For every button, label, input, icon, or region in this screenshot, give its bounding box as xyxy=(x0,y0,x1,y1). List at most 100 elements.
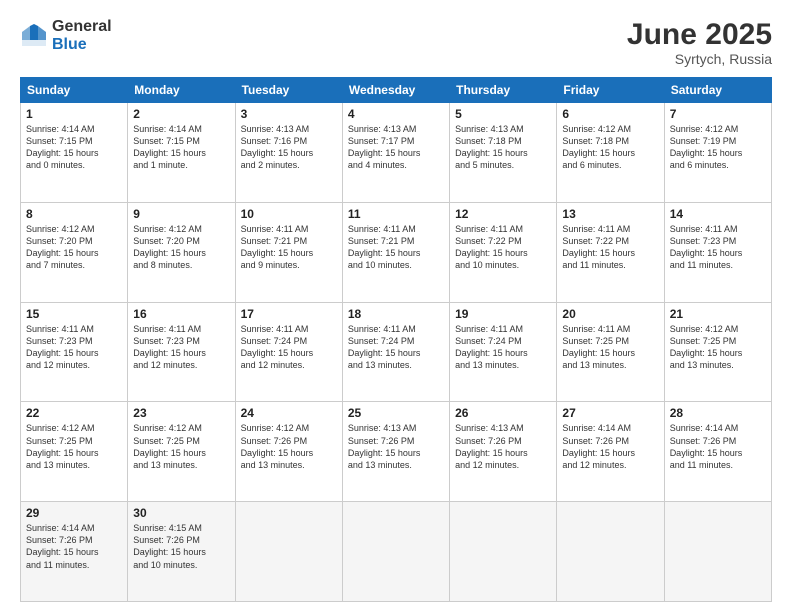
day-number: 14 xyxy=(670,207,766,221)
day-info: Sunrise: 4:12 AM Sunset: 7:20 PM Dayligh… xyxy=(133,223,229,272)
day-number: 22 xyxy=(26,406,122,420)
calendar-cell: 27 Sunrise: 4:14 AM Sunset: 7:26 PM Dayli… xyxy=(557,402,664,502)
calendar-cell: 10Sunrise: 4:11 AM Sunset: 7:21 PM Dayli… xyxy=(235,202,342,302)
day-number: 29 xyxy=(26,506,122,520)
calendar-cell: 3 Sunrise: 4:13 AM Sunset: 7:16 PM Daylig… xyxy=(235,103,342,203)
day-number: 7 xyxy=(670,107,766,121)
day-info: Sunrise: 4:12 AM Sunset: 7:25 PM Dayligh… xyxy=(670,323,766,372)
calendar-cell: 4 Sunrise: 4:13 AM Sunset: 7:17 PM Daylig… xyxy=(342,103,449,203)
day-info: Sunrise: 4:12 AM Sunset: 7:20 PM Dayligh… xyxy=(26,223,122,272)
calendar-cell: 13Sunrise: 4:11 AM Sunset: 7:22 PM Dayli… xyxy=(557,202,664,302)
calendar-cell xyxy=(450,502,557,602)
col-monday: Monday xyxy=(128,78,235,103)
calendar-cell: 20 Sunrise: 4:11 AM Sunset: 7:25 PM Dayli… xyxy=(557,302,664,402)
calendar-cell: 9 Sunrise: 4:12 AM Sunset: 7:20 PM Daylig… xyxy=(128,202,235,302)
day-info: Sunrise: 4:15 AM Sunset: 7:26 PM Dayligh… xyxy=(133,522,229,571)
day-number: 25 xyxy=(348,406,444,420)
day-info: Sunrise: 4:12 AM Sunset: 7:18 PM Dayligh… xyxy=(562,123,658,172)
calendar-cell: 25 Sunrise: 4:13 AM Sunset: 7:26 PM Dayli… xyxy=(342,402,449,502)
calendar-week-row-2: 15Sunrise: 4:11 AM Sunset: 7:23 PM Dayli… xyxy=(21,302,772,402)
calendar-cell: 1 Sunrise: 4:14 AM Sunset: 7:15 PM Daylig… xyxy=(21,103,128,203)
calendar-cell: 16Sunrise: 4:11 AM Sunset: 7:23 PM Dayli… xyxy=(128,302,235,402)
calendar-table: Sunday Monday Tuesday Wednesday Thursday… xyxy=(20,77,772,602)
day-number: 20 xyxy=(562,307,658,321)
day-info: Sunrise: 4:11 AM Sunset: 7:24 PM Dayligh… xyxy=(348,323,444,372)
day-info: Sunrise: 4:14 AM Sunset: 7:26 PM Dayligh… xyxy=(562,422,658,471)
day-info: Sunrise: 4:14 AM Sunset: 7:15 PM Dayligh… xyxy=(133,123,229,172)
calendar-header-row: Sunday Monday Tuesday Wednesday Thursday… xyxy=(21,78,772,103)
col-friday: Friday xyxy=(557,78,664,103)
month-title: June 2025 xyxy=(627,18,772,51)
logo-general-text: General xyxy=(52,18,112,36)
day-number: 11 xyxy=(348,207,444,221)
calendar-cell: 2 Sunrise: 4:14 AM Sunset: 7:15 PM Daylig… xyxy=(128,103,235,203)
calendar-cell: 11 Sunrise: 4:11 AM Sunset: 7:21 PM Dayli… xyxy=(342,202,449,302)
day-number: 1 xyxy=(26,107,122,121)
logo-text: General Blue xyxy=(52,18,112,53)
calendar-cell: 5 Sunrise: 4:13 AM Sunset: 7:18 PM Daylig… xyxy=(450,103,557,203)
calendar-cell: 26Sunrise: 4:13 AM Sunset: 7:26 PM Dayli… xyxy=(450,402,557,502)
day-number: 9 xyxy=(133,207,229,221)
calendar-cell: 7 Sunrise: 4:12 AM Sunset: 7:19 PM Daylig… xyxy=(664,103,771,203)
title-block: June 2025 Syrtych, Russia xyxy=(627,18,772,67)
day-info: Sunrise: 4:12 AM Sunset: 7:25 PM Dayligh… xyxy=(26,422,122,471)
logo: General Blue xyxy=(20,18,112,53)
calendar-cell: 19 Sunrise: 4:11 AM Sunset: 7:24 PM Dayli… xyxy=(450,302,557,402)
calendar-cell: 23 Sunrise: 4:12 AM Sunset: 7:25 PM Dayli… xyxy=(128,402,235,502)
day-number: 30 xyxy=(133,506,229,520)
col-saturday: Saturday xyxy=(664,78,771,103)
day-info: Sunrise: 4:13 AM Sunset: 7:26 PM Dayligh… xyxy=(348,422,444,471)
logo-icon xyxy=(20,22,48,50)
calendar-cell: 22 Sunrise: 4:12 AM Sunset: 7:25 PM Dayli… xyxy=(21,402,128,502)
day-number: 5 xyxy=(455,107,551,121)
day-info: Sunrise: 4:11 AM Sunset: 7:25 PM Dayligh… xyxy=(562,323,658,372)
day-number: 4 xyxy=(348,107,444,121)
day-number: 28 xyxy=(670,406,766,420)
day-info: Sunrise: 4:12 AM Sunset: 7:19 PM Dayligh… xyxy=(670,123,766,172)
calendar-cell: 12 Sunrise: 4:11 AM Sunset: 7:22 PM Dayli… xyxy=(450,202,557,302)
calendar-cell xyxy=(235,502,342,602)
calendar-cell: 29 Sunrise: 4:14 AM Sunset: 7:26 PM Dayli… xyxy=(21,502,128,602)
calendar-cell: 15Sunrise: 4:11 AM Sunset: 7:23 PM Dayli… xyxy=(21,302,128,402)
calendar-week-row-4: 29 Sunrise: 4:14 AM Sunset: 7:26 PM Dayli… xyxy=(21,502,772,602)
day-number: 19 xyxy=(455,307,551,321)
day-number: 2 xyxy=(133,107,229,121)
calendar-cell: 18 Sunrise: 4:11 AM Sunset: 7:24 PM Dayli… xyxy=(342,302,449,402)
calendar-cell: 8 Sunrise: 4:12 AM Sunset: 7:20 PM Daylig… xyxy=(21,202,128,302)
col-thursday: Thursday xyxy=(450,78,557,103)
day-number: 13 xyxy=(562,207,658,221)
day-info: Sunrise: 4:11 AM Sunset: 7:24 PM Dayligh… xyxy=(241,323,337,372)
calendar-cell: 6 Sunrise: 4:12 AM Sunset: 7:18 PM Daylig… xyxy=(557,103,664,203)
col-wednesday: Wednesday xyxy=(342,78,449,103)
col-tuesday: Tuesday xyxy=(235,78,342,103)
day-info: Sunrise: 4:11 AM Sunset: 7:21 PM Dayligh… xyxy=(348,223,444,272)
day-info: Sunrise: 4:13 AM Sunset: 7:16 PM Dayligh… xyxy=(241,123,337,172)
calendar-week-row-0: 1 Sunrise: 4:14 AM Sunset: 7:15 PM Daylig… xyxy=(21,103,772,203)
day-number: 27 xyxy=(562,406,658,420)
day-number: 23 xyxy=(133,406,229,420)
day-number: 18 xyxy=(348,307,444,321)
col-sunday: Sunday xyxy=(21,78,128,103)
page: General Blue June 2025 Syrtych, Russia S… xyxy=(0,0,792,612)
day-info: Sunrise: 4:12 AM Sunset: 7:25 PM Dayligh… xyxy=(133,422,229,471)
day-info: Sunrise: 4:11 AM Sunset: 7:24 PM Dayligh… xyxy=(455,323,551,372)
day-info: Sunrise: 4:11 AM Sunset: 7:23 PM Dayligh… xyxy=(670,223,766,272)
day-info: Sunrise: 4:14 AM Sunset: 7:15 PM Dayligh… xyxy=(26,123,122,172)
day-info: Sunrise: 4:14 AM Sunset: 7:26 PM Dayligh… xyxy=(26,522,122,571)
calendar-cell: 14 Sunrise: 4:11 AM Sunset: 7:23 PM Dayli… xyxy=(664,202,771,302)
day-info: Sunrise: 4:13 AM Sunset: 7:18 PM Dayligh… xyxy=(455,123,551,172)
day-number: 26 xyxy=(455,406,551,420)
day-number: 6 xyxy=(562,107,658,121)
day-number: 15 xyxy=(26,307,122,321)
day-info: Sunrise: 4:12 AM Sunset: 7:26 PM Dayligh… xyxy=(241,422,337,471)
header: General Blue June 2025 Syrtych, Russia xyxy=(20,18,772,67)
day-info: Sunrise: 4:11 AM Sunset: 7:22 PM Dayligh… xyxy=(455,223,551,272)
calendar-cell: 30 Sunrise: 4:15 AM Sunset: 7:26 PM Dayli… xyxy=(128,502,235,602)
calendar-body: 1 Sunrise: 4:14 AM Sunset: 7:15 PM Daylig… xyxy=(21,103,772,602)
day-number: 12 xyxy=(455,207,551,221)
day-info: Sunrise: 4:13 AM Sunset: 7:17 PM Dayligh… xyxy=(348,123,444,172)
day-number: 3 xyxy=(241,107,337,121)
day-number: 21 xyxy=(670,307,766,321)
calendar-cell: 17Sunrise: 4:11 AM Sunset: 7:24 PM Dayli… xyxy=(235,302,342,402)
day-number: 8 xyxy=(26,207,122,221)
